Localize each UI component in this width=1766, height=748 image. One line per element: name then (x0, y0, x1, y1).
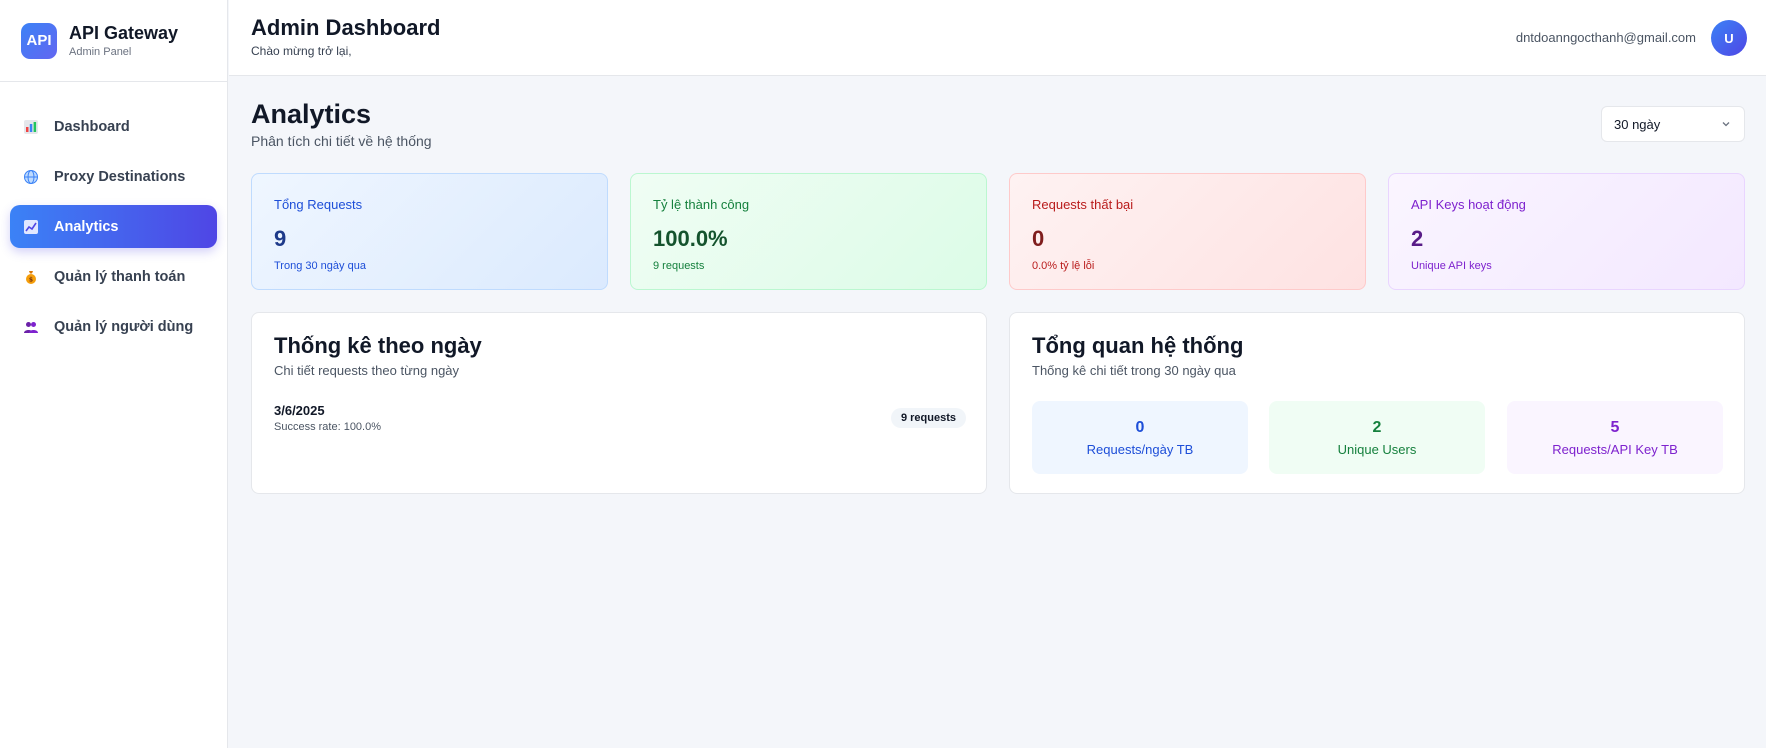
panel-subtitle: Thống kê chi tiết trong 30 ngày qua (1032, 363, 1236, 378)
stat-note: 9 requests (653, 260, 705, 272)
stat-note: 0.0% tỷ lệ lỗi (1032, 260, 1095, 272)
panel-title: Thống kê theo ngày (274, 333, 482, 358)
sidebar-item-analytics[interactable]: Analytics (10, 205, 217, 248)
sidebar-item-label: Dashboard (54, 118, 130, 135)
globe-icon (22, 168, 40, 186)
stat-card-total-requests: Tổng Requests 9 Trong 30 ngày qua (251, 173, 608, 290)
stat-note: Trong 30 ngày qua (274, 260, 366, 272)
sidebar-item-dashboard[interactable]: Dashboard (10, 105, 217, 148)
system-overview-panel: Tổng quan hệ thống Thống kê chi tiết tro… (1009, 312, 1745, 494)
stat-value: 2 (1411, 226, 1424, 251)
stat-card-failed-requests: Requests thất bại 0 0.0% tỷ lệ lỗi (1009, 173, 1366, 290)
page-title: Analytics (251, 99, 372, 129)
metric-requests-per-key: 5 Requests/API Key TB (1507, 401, 1723, 474)
sidebar-item-label: Quản lý người dùng (54, 318, 194, 335)
time-range-value: 30 ngày (1614, 116, 1661, 132)
sidebar: API API Gateway Admin Panel Dashboard Pr… (0, 0, 228, 748)
svg-text:$: $ (29, 276, 33, 283)
metric-label: Unique Users (1337, 442, 1417, 457)
time-range-select[interactable]: 30 ngày (1601, 106, 1745, 142)
metric-value: 0 (1135, 419, 1145, 436)
sidebar-item-users[interactable]: Quản lý người dùng (10, 305, 217, 348)
brand-subtitle: Admin Panel (69, 46, 132, 58)
metric-label: Requests/API Key TB (1552, 442, 1678, 457)
stat-label: Tổng Requests (274, 197, 363, 212)
stat-label: API Keys hoạt động (1411, 197, 1526, 212)
sidebar-item-label: Proxy Destinations (54, 168, 186, 185)
brand-logo[interactable]: API (21, 22, 57, 59)
header-subtitle: Chào mừng trở lại, (251, 44, 352, 58)
metric-value: 2 (1372, 419, 1382, 436)
sidebar-item-label: Quản lý thanh toán (54, 268, 186, 285)
sidebar-item-label: Analytics (54, 218, 119, 235)
stat-value: 100.0% (653, 226, 728, 251)
stat-label: Requests thất bại (1032, 197, 1134, 212)
metric-value: 5 (1610, 419, 1620, 436)
sidebar-item-payments[interactable]: $ Quản lý thanh toán (10, 255, 217, 298)
panel-subtitle: Chi tiết requests theo từng ngày (274, 363, 460, 378)
chevron-down-icon (1722, 122, 1730, 127)
header-title: Admin Dashboard (251, 15, 441, 40)
page-subtitle: Phân tích chi tiết về hệ thống (251, 133, 432, 149)
stat-value: 0 (1032, 226, 1045, 251)
stat-card-success-rate: Tỷ lệ thành công 100.0% 9 requests (630, 173, 987, 290)
sidebar-item-proxy-destinations[interactable]: Proxy Destinations (10, 155, 217, 198)
avatar[interactable]: U (1711, 20, 1747, 56)
day-date: 3/6/2025 (274, 403, 325, 418)
day-success-rate: Success rate: 100.0% (274, 421, 382, 433)
stat-card-active-api-keys: API Keys hoạt động 2 Unique API keys (1388, 173, 1745, 290)
stat-note: Unique API keys (1411, 260, 1492, 272)
panel-title: Tổng quan hệ thống (1032, 333, 1244, 358)
daily-stats-panel: Thống kê theo ngày Chi tiết requests the… (251, 312, 987, 494)
money-bag-icon: $ (22, 268, 40, 286)
metric-requests-per-day: 0 Requests/ngày TB (1032, 401, 1248, 474)
requests-badge: 9 requests (890, 408, 966, 428)
top-header: Admin Dashboard Chào mừng trở lại, dntdo… (229, 0, 1766, 76)
bar-chart-icon (22, 118, 40, 136)
metric-label: Requests/ngày TB (1086, 442, 1194, 457)
brand-title: API Gateway (69, 23, 179, 43)
sidebar-nav: Dashboard Proxy Destinations Analytics $… (0, 82, 227, 348)
brand: API API Gateway Admin Panel (0, 0, 227, 82)
user-email: dntdoanngocthanh@gmail.com (1515, 30, 1696, 45)
trend-chart-icon (22, 218, 40, 236)
stat-label: Tỷ lệ thành công (653, 197, 750, 212)
users-icon (22, 318, 40, 336)
stat-value: 9 (274, 226, 287, 251)
metric-unique-users: 2 Unique Users (1269, 401, 1485, 474)
